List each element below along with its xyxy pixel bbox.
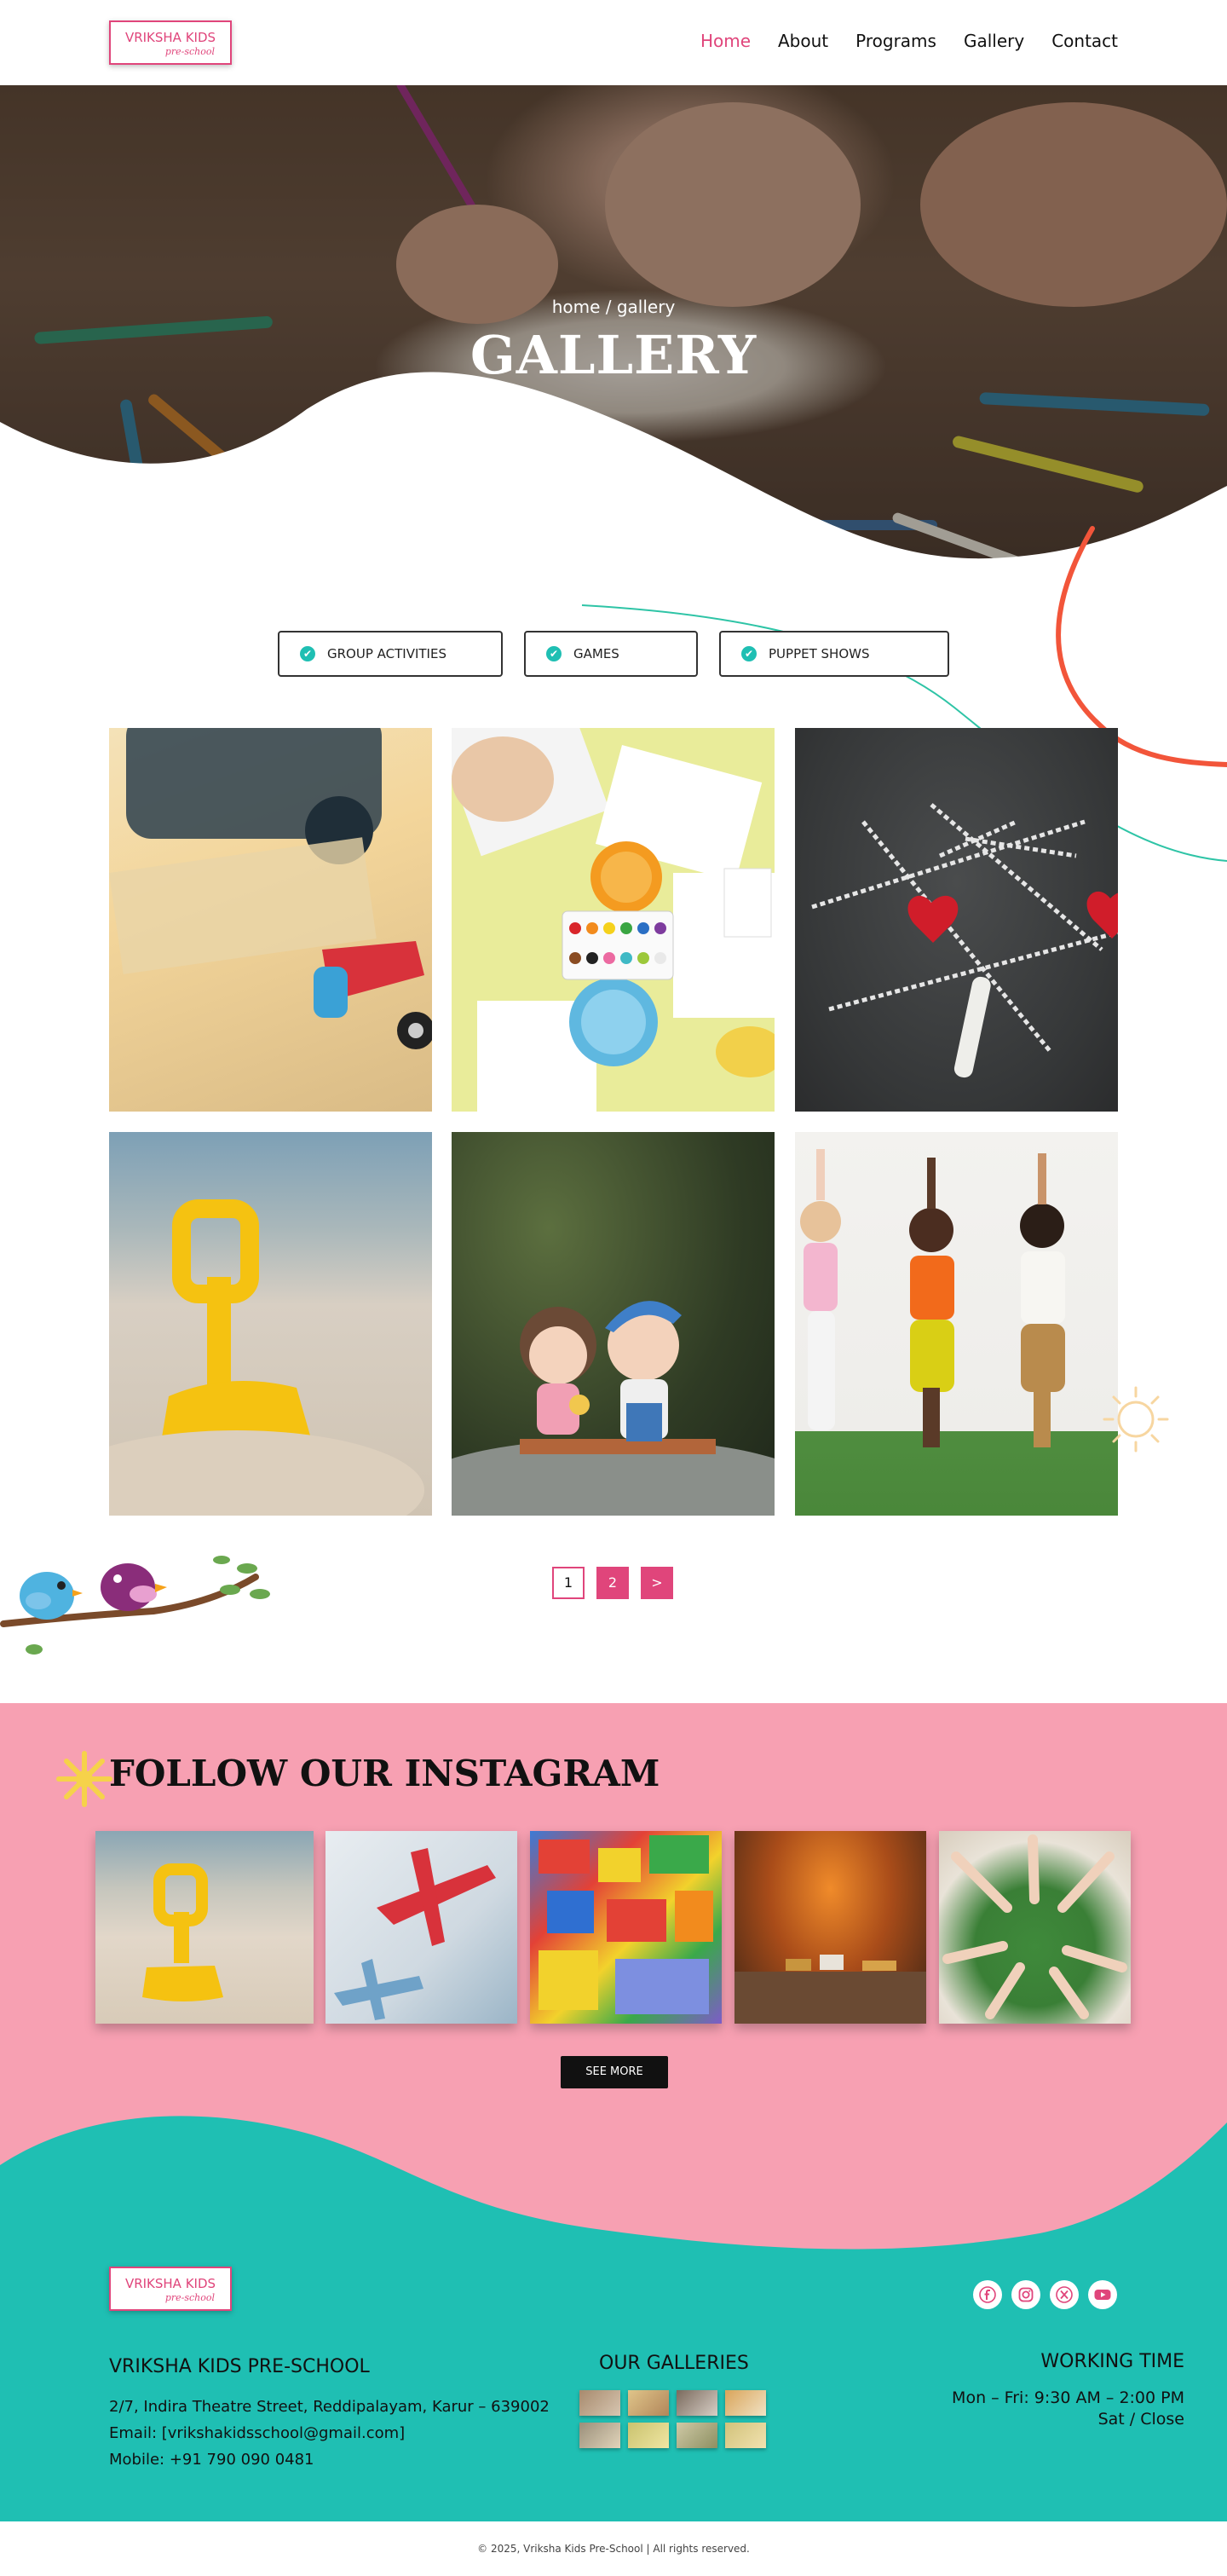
instagram-photo-shovel[interactable] xyxy=(95,1831,314,2024)
filter-group-activities[interactable]: ✔ GROUP ACTIVITIES xyxy=(278,631,503,677)
sand-shovel-illustration xyxy=(109,1199,424,1516)
pagination: 1 2 > xyxy=(0,1567,1227,1601)
social-links xyxy=(973,2280,1117,2309)
facebook-icon[interactable] xyxy=(973,2280,1002,2309)
footer-thumb[interactable] xyxy=(677,2423,717,2448)
main-menu: Home About Programs Gallery Contact xyxy=(700,31,1118,51)
logo-subtitle: pre-school xyxy=(164,2292,215,2303)
gallery-photo-yoga-kids[interactable] xyxy=(795,1132,1118,1516)
instagram-photo-animals[interactable] xyxy=(734,1831,926,2024)
footer-thumb[interactable] xyxy=(579,2423,620,2448)
breadcrumb[interactable]: home / gallery xyxy=(0,297,1227,317)
footer-thumb[interactable] xyxy=(628,2390,669,2416)
footer-gallery-thumbnails xyxy=(579,2390,766,2448)
shovel-thumb-illustration xyxy=(142,1863,223,2001)
gallery-photo-tic-tac-toe[interactable] xyxy=(795,728,1118,1112)
page-1-button[interactable]: 1 xyxy=(552,1567,585,1599)
filter-label: GROUP ACTIVITIES xyxy=(327,646,446,661)
sparkle-sun-icon xyxy=(56,1751,112,1807)
site-logo[interactable]: VRIKSHA KIDS pre-school xyxy=(109,20,232,65)
x-icon[interactable] xyxy=(1050,2280,1079,2309)
yoga-kids-illustration xyxy=(800,1149,1065,1447)
copyright: © 2025, Vriksha Kids Pre-School | All ri… xyxy=(0,2521,1227,2576)
filter-label: GAMES xyxy=(573,646,619,661)
gallery-photo-painting[interactable] xyxy=(452,728,775,1112)
logo-title: VRIKSHA KIDS xyxy=(124,2276,216,2291)
nav-about[interactable]: About xyxy=(778,31,828,51)
check-icon: ✔ xyxy=(546,646,562,661)
hands-thumb-illustration xyxy=(942,1834,1127,2019)
sun-outline-icon xyxy=(1103,1386,1169,1453)
figurines-illustration xyxy=(452,1301,775,1516)
logo-title: VRIKSHA KIDS xyxy=(124,30,216,45)
birds-branch-illustration xyxy=(0,1556,270,1655)
footer-mobile[interactable]: Mobile: +91 790 090 0481 xyxy=(109,2446,550,2473)
check-icon: ✔ xyxy=(300,646,315,661)
nav-contact[interactable]: Contact xyxy=(1051,31,1118,51)
gallery-photo-sand-shovel[interactable] xyxy=(109,1132,432,1516)
footer-email[interactable]: Email: [vrikshakidsschool@gmail.com] xyxy=(109,2420,550,2446)
nav-programs[interactable]: Programs xyxy=(855,31,936,51)
site-footer: VRIKSHA KIDS pre-school VRIKSHA KIDS PRE… xyxy=(0,2233,1227,2521)
check-icon: ✔ xyxy=(741,646,757,661)
tic-tac-toe-illustration xyxy=(811,803,1118,1078)
footer-contact: 2/7, Indira Theatre Street, Reddipalayam… xyxy=(109,2394,550,2473)
footer-thumb[interactable] xyxy=(628,2423,669,2448)
next-page-button[interactable]: > xyxy=(641,1567,673,1599)
instagram-photo-hands-circle[interactable] xyxy=(939,1831,1131,2024)
working-weekend: Sat / Close xyxy=(1097,2410,1184,2429)
logo-subtitle: pre-school xyxy=(164,46,215,57)
youtube-icon[interactable] xyxy=(1088,2280,1117,2309)
planes-thumb-illustration xyxy=(334,1848,496,2020)
footer-thumb[interactable] xyxy=(725,2390,766,2416)
toy-plane-illustration xyxy=(109,728,432,1049)
nav-home[interactable]: Home xyxy=(700,31,751,51)
see-more-button[interactable]: SEE MORE xyxy=(561,2056,668,2088)
footer-logo[interactable]: VRIKSHA KIDS pre-school xyxy=(109,2267,232,2311)
instagram-icon[interactable] xyxy=(1011,2280,1040,2309)
footer-thumb[interactable] xyxy=(677,2390,717,2416)
filter-label: PUPPET SHOWS xyxy=(769,646,870,661)
filter-puppet-shows[interactable]: ✔ PUPPET SHOWS xyxy=(719,631,949,677)
footer-working-hours: Mon – Fri: 9:30 AM – 2:00 PM Sat / Close xyxy=(952,2388,1184,2430)
instagram-photo-planes[interactable] xyxy=(325,1831,517,2024)
nav-gallery[interactable]: Gallery xyxy=(964,31,1024,51)
hero-banner: home / gallery GALLERY xyxy=(0,85,1227,563)
blocks-thumb-illustration xyxy=(539,1835,713,2014)
page-title: GALLERY xyxy=(469,324,758,386)
footer-address: 2/7, Indira Theatre Street, Reddipalayam… xyxy=(109,2398,550,2416)
instagram-photo-blocks[interactable] xyxy=(530,1831,722,2024)
gallery-photo-toy-plane[interactable] xyxy=(109,728,432,1112)
top-navbar: VRIKSHA KIDS pre-school Home About Progr… xyxy=(0,0,1227,85)
footer-galleries-title: OUR GALLERIES xyxy=(599,2353,749,2374)
painting-illustration xyxy=(452,728,775,1112)
footer-thumb[interactable] xyxy=(579,2390,620,2416)
gallery-photo-figurines[interactable] xyxy=(452,1132,775,1516)
animals-thumb-illustration xyxy=(734,1955,926,2024)
instagram-title: FOLLOW OUR INSTAGRAM xyxy=(109,1753,660,1794)
footer-thumb[interactable] xyxy=(725,2423,766,2448)
footer-school-name: VRIKSHA KIDS PRE-SCHOOL xyxy=(109,2356,370,2377)
filter-games[interactable]: ✔ GAMES xyxy=(524,631,698,677)
page-2-button[interactable]: 2 xyxy=(596,1567,629,1599)
footer-working-time-title: WORKING TIME xyxy=(1040,2351,1184,2372)
working-weekday: Mon – Fri: 9:30 AM – 2:00 PM xyxy=(952,2388,1184,2407)
